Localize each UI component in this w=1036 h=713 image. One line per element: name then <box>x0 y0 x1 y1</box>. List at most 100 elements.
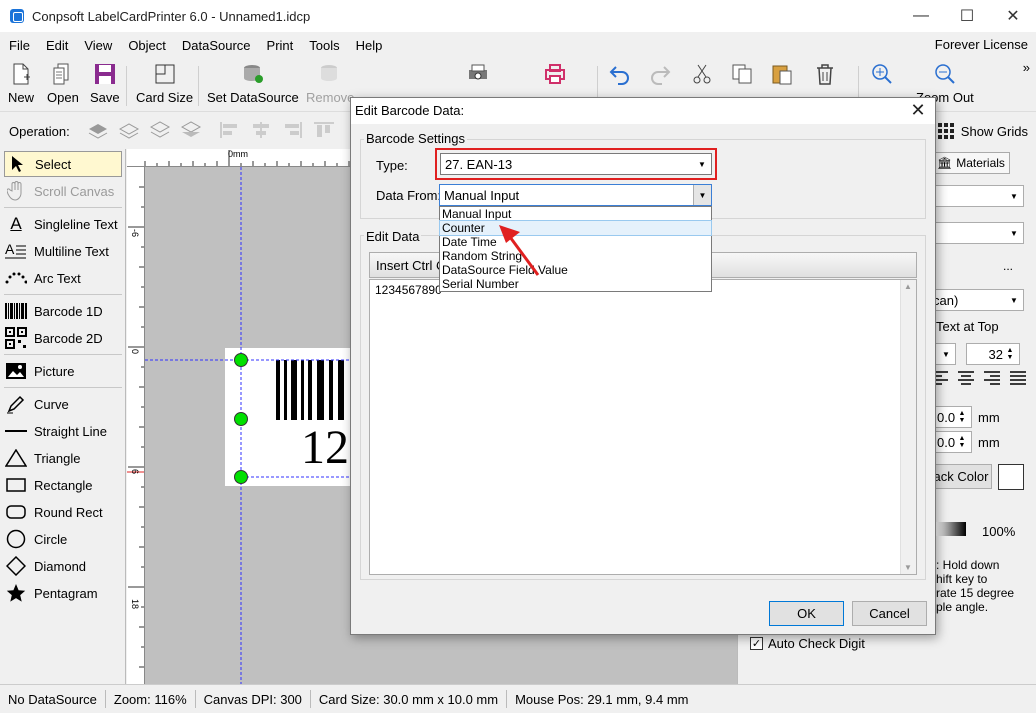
tool-arc-text[interactable]: Arc Text <box>4 265 122 291</box>
line-icon <box>4 420 28 442</box>
ruler-v-label-18: 18 <box>130 599 140 610</box>
font-size-spinner[interactable]: 32 ▲ ▼ <box>966 343 1020 365</box>
tool-diamond[interactable]: Diamond <box>4 553 122 579</box>
bring-front-icon[interactable] <box>87 121 109 139</box>
option-counter[interactable]: Counter <box>439 220 712 236</box>
tool-diamond-label: Diamond <box>34 558 87 574</box>
tool-pentagram[interactable]: Pentagram <box>4 580 122 606</box>
scan-combo[interactable]: can) ▼ <box>928 289 1024 311</box>
menu-tools[interactable]: Tools <box>301 38 347 53</box>
offset-x-spinner[interactable]: 0.0 ▲ ▼ <box>930 406 972 428</box>
rotate-hint: : Hold down hift key to rate 15 degree p… <box>936 558 1014 614</box>
data-from-combo[interactable]: Manual Input ▼ <box>439 184 712 206</box>
materials-tab[interactable]: 🏛 Materials <box>930 152 1010 174</box>
tool-multiline-text-label: Multiline Text <box>34 243 109 259</box>
close-button[interactable]: ✕ <box>990 0 1036 32</box>
bring-forward-icon[interactable] <box>118 121 140 139</box>
dialog-close-icon[interactable]: ✕ <box>907 100 929 121</box>
barcode-data-textarea[interactable]: 1234567890 ▲ ▼ <box>369 279 917 575</box>
selection-handle-middle[interactable] <box>234 412 248 426</box>
selection-handle-top[interactable] <box>234 353 248 367</box>
option-random-string[interactable]: Random String <box>440 249 711 263</box>
maximize-button[interactable]: ☐ <box>944 0 990 32</box>
property-combo-1[interactable]: ▼ <box>928 185 1024 207</box>
cancel-button[interactable]: Cancel <box>852 601 927 626</box>
tool-scroll-canvas[interactable]: Scroll Canvas <box>4 178 122 204</box>
menu-datasource[interactable]: DataSource <box>174 38 259 53</box>
option-date-time[interactable]: Date Time <box>440 235 711 249</box>
tool-picture[interactable]: Picture <box>4 358 122 384</box>
menu-file[interactable]: File <box>0 38 38 53</box>
option-datasource-field-value[interactable]: DataSource Field Value <box>440 263 711 277</box>
align-center-icon[interactable] <box>250 121 272 139</box>
card-size-button[interactable]: Card Size <box>136 62 193 110</box>
triangle-icon <box>4 447 28 469</box>
edit-data-title: Edit Data <box>364 229 422 244</box>
remove-datasource-button[interactable]: Remove <box>306 62 354 110</box>
singleline-text-icon: A <box>10 214 22 233</box>
insert-ctrl-label: Insert Ctrl C <box>376 257 446 273</box>
tool-rectangle[interactable]: Rectangle <box>4 472 122 498</box>
option-serial-number[interactable]: Serial Number <box>440 277 711 291</box>
new-button[interactable]: New <box>8 62 34 110</box>
text-align-group <box>932 371 1026 385</box>
barcode-human-text: 12 <box>301 421 349 474</box>
rotate-hint-line-1: : Hold down <box>936 558 1000 572</box>
textarea-scrollbar[interactable]: ▲ ▼ <box>900 280 916 574</box>
menu-view[interactable]: View <box>76 38 120 53</box>
tool-multiline-text[interactable]: A Multiline Text <box>4 238 122 264</box>
tool-select-label: Select <box>35 156 72 172</box>
set-datasource-label: Set DataSource <box>207 90 299 105</box>
ok-button[interactable]: OK <box>769 601 844 626</box>
dialog-title: Edit Barcode Data: <box>355 103 465 118</box>
align-top-icon[interactable] <box>313 121 335 139</box>
type-label: Type: <box>376 158 408 173</box>
circle-icon <box>4 528 28 550</box>
auto-check-digit-label: Auto Check Digit <box>768 636 865 651</box>
save-button[interactable]: Save <box>90 62 120 110</box>
align-text-justify-icon[interactable] <box>1010 371 1026 385</box>
selection-handle-bottom[interactable] <box>234 470 248 484</box>
property-combo-2[interactable]: ▼ <box>928 222 1024 244</box>
tool-singleline-text[interactable]: A Singleline Text <box>4 211 122 237</box>
opacity-slider[interactable] <box>936 522 966 536</box>
tool-arc-text-label: Arc Text <box>34 270 81 286</box>
barcode-1d-icon <box>4 300 28 322</box>
set-datasource-button[interactable]: Set DataSource <box>207 62 299 110</box>
toolbar-overflow-button[interactable]: » <box>1023 60 1030 75</box>
tool-barcode-2d[interactable]: Barcode 2D <box>4 325 122 351</box>
tool-barcode-1d[interactable]: Barcode 1D <box>4 298 122 324</box>
property-browse-button[interactable]: ... <box>992 255 1024 277</box>
option-manual-input[interactable]: Manual Input <box>440 207 711 221</box>
copy-icon <box>730 62 754 86</box>
auto-check-digit-checkbox[interactable]: ✓ Auto Check Digit <box>750 636 865 651</box>
tool-circle[interactable]: Circle <box>4 526 122 552</box>
tool-round-rect[interactable]: Round Rect <box>4 499 122 525</box>
offset-y-spinner[interactable]: 0.0 ▲ ▼ <box>930 431 972 453</box>
align-left-icon[interactable] <box>219 121 241 139</box>
show-grids-toggle[interactable]: Show Grids <box>937 122 1028 140</box>
align-text-center-icon[interactable] <box>958 371 974 385</box>
send-back-icon[interactable] <box>180 121 202 139</box>
data-from-combo-value: Manual Input <box>444 187 520 203</box>
tool-curve[interactable]: Curve <box>4 391 122 417</box>
back-color-swatch[interactable] <box>998 464 1024 490</box>
tool-straight-line[interactable]: Straight Line <box>4 418 122 444</box>
scroll-down-icon[interactable]: ▼ <box>904 563 912 572</box>
card-size-label: Card Size <box>136 90 194 105</box>
menu-help[interactable]: Help <box>348 38 391 53</box>
open-button[interactable]: Open <box>47 62 79 110</box>
scroll-up-icon[interactable]: ▲ <box>904 282 912 291</box>
tool-select[interactable]: Select <box>4 151 122 177</box>
tool-triangle[interactable]: Triangle <box>4 445 122 471</box>
send-backward-icon[interactable] <box>149 121 171 139</box>
menu-edit[interactable]: Edit <box>38 38 76 53</box>
align-text-right-icon[interactable] <box>984 371 1000 385</box>
menu-object[interactable]: Object <box>120 38 174 53</box>
tool-rectangle-label: Rectangle <box>34 477 93 493</box>
menu-print[interactable]: Print <box>259 38 302 53</box>
paste-icon <box>770 62 794 86</box>
align-right-icon[interactable] <box>281 121 303 139</box>
back-color-button[interactable]: ack Color <box>930 464 992 489</box>
minimize-button[interactable]: — <box>898 0 944 32</box>
